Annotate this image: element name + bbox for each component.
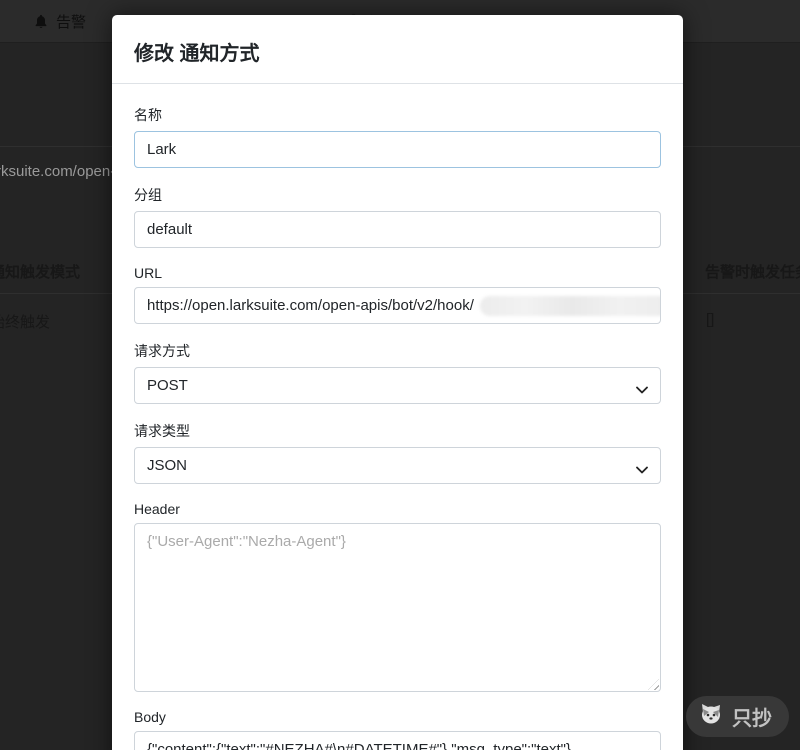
url-redacted-token	[480, 296, 661, 316]
field-request-method: 请求方式 POST	[134, 341, 661, 404]
field-name: 名称	[134, 105, 661, 168]
edit-notification-modal: 修改 通知方式 名称 分组 URL https://open.larksuite…	[112, 15, 683, 750]
modal-title: 修改 通知方式	[134, 37, 659, 66]
request-type-label: 请求类型	[134, 421, 661, 441]
request-method-label: 请求方式	[134, 341, 661, 361]
group-input[interactable]	[134, 211, 661, 248]
nav-item-label: 告警	[56, 11, 86, 32]
field-request-type: 请求类型 JSON	[134, 421, 661, 484]
body-textarea[interactable]: {"content":{"text":"#NEZHA#\n#DATETIME#"…	[134, 731, 661, 750]
watermark-badge: 只抄	[686, 696, 789, 737]
name-label: 名称	[134, 105, 661, 125]
body-label: Body	[134, 709, 661, 725]
request-type-select[interactable]: JSON	[134, 447, 661, 484]
bell-icon	[33, 13, 49, 30]
url-input[interactable]: https://open.larksuite.com/open-apis/bot…	[134, 287, 661, 324]
field-body: Body {"content":{"text":"#NEZHA#\n#DATET…	[134, 709, 661, 750]
field-group: 分组	[134, 185, 661, 248]
field-header: Header	[134, 501, 661, 692]
watermark-label: 只抄	[732, 702, 772, 731]
request-method-select[interactable]: POST	[134, 367, 661, 404]
background-cell-always-trigger: 始终触发	[0, 311, 50, 332]
group-label: 分组	[134, 185, 661, 205]
background-column-header-trigger-tasks: 告警时触发任务	[705, 261, 800, 282]
modal-body: 名称 分组 URL https://open.larksuite.com/ope…	[112, 84, 683, 750]
background-url-fragment: rksuite.com/open-	[0, 163, 115, 180]
field-url: URL https://open.larksuite.com/open-apis…	[134, 265, 661, 324]
header-label: Header	[134, 501, 661, 517]
url-label: URL	[134, 265, 661, 281]
url-input-value: https://open.larksuite.com/open-apis/bot…	[147, 297, 474, 314]
background-cell-tasks-value: []	[706, 311, 714, 328]
mascot-dog-icon	[698, 701, 724, 733]
background-column-header-trigger-mode: 通知触发模式	[0, 261, 80, 282]
header-textarea[interactable]	[134, 523, 661, 692]
nav-item-alerts[interactable]: 告警	[33, 0, 86, 43]
modal-header: 修改 通知方式	[112, 15, 683, 84]
name-input[interactable]	[134, 131, 661, 168]
